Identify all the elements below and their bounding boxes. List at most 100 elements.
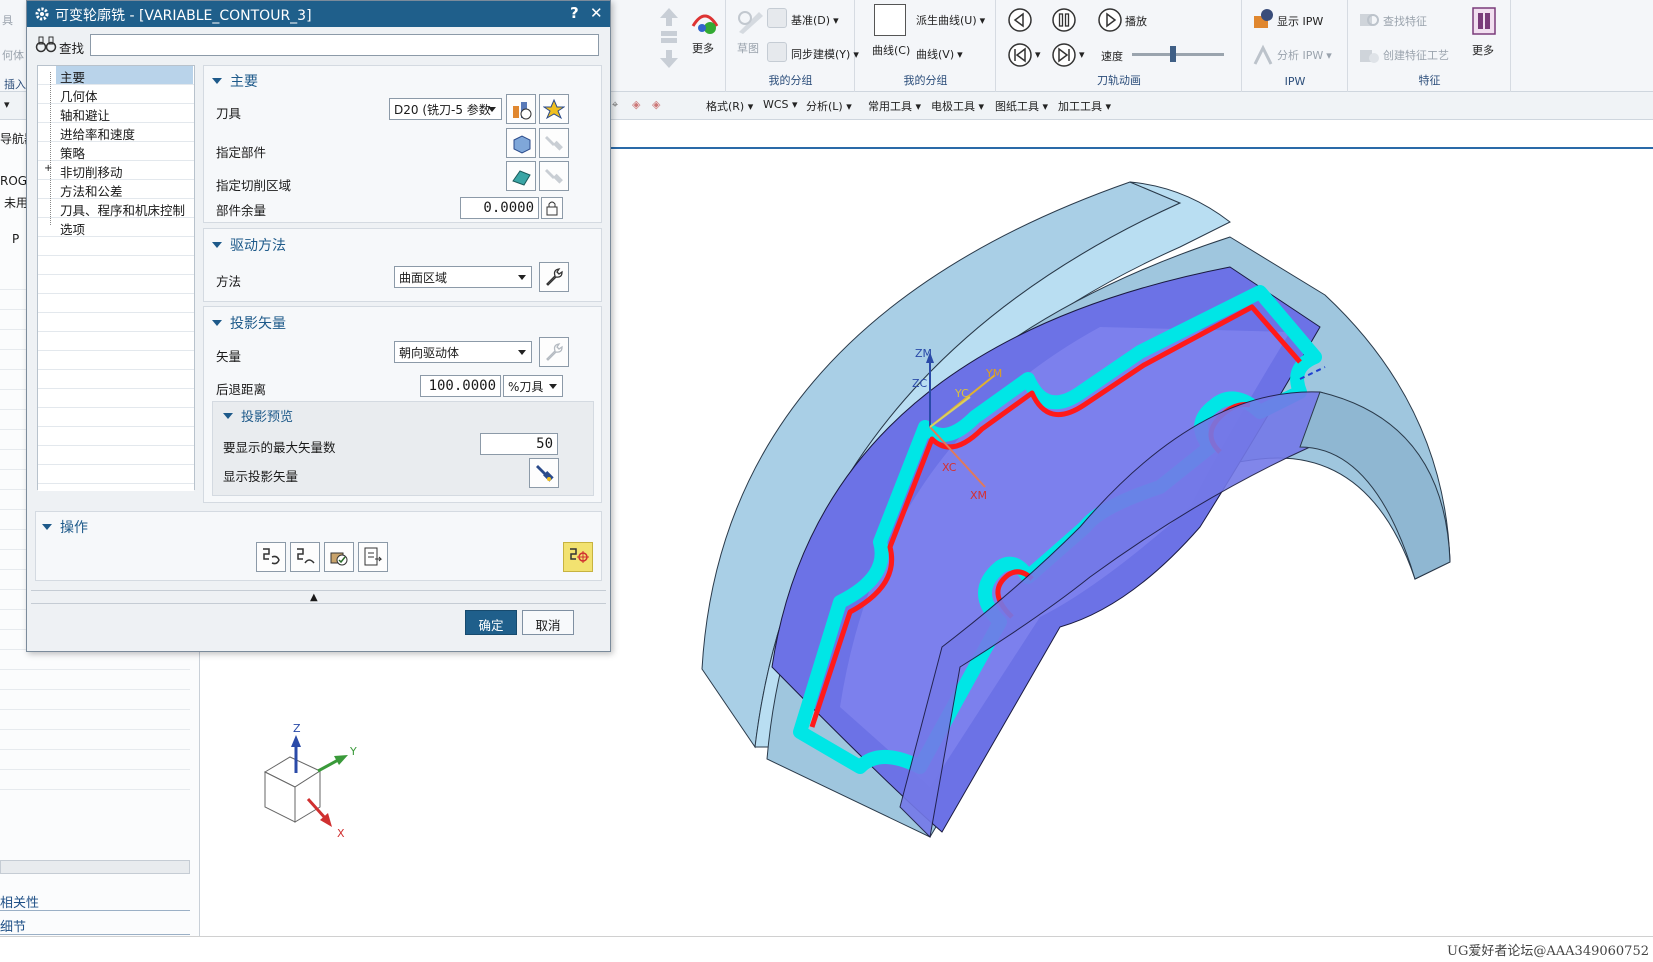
ribbon-insert-tab[interactable]: 插入 <box>4 76 26 92</box>
list-button[interactable] <box>358 542 388 572</box>
ok-button[interactable]: 确定 <box>465 610 517 635</box>
divider <box>0 934 190 935</box>
curve-v-button[interactable]: 曲线(V) ▾ <box>916 46 963 62</box>
generate-button[interactable] <box>256 542 286 572</box>
more-button[interactable]: 更多 <box>692 40 714 56</box>
vector-select[interactable]: 朝向驱动体 <box>394 341 532 363</box>
snap-icon[interactable]: ⌖ <box>612 98 618 112</box>
arrow-up-icon[interactable] <box>658 6 680 28</box>
max-vectors-field[interactable]: 50 <box>480 433 558 455</box>
datum-button[interactable]: 基准(D) ▾ <box>791 12 839 28</box>
more-features-button[interactable]: 更多 <box>1472 42 1494 58</box>
tree-item-strategy[interactable]: 策略 <box>60 143 85 162</box>
menu-machining-tools[interactable]: 加工工具 ▾ <box>1058 98 1111 114</box>
create-feature-process-button[interactable]: 创建特征工艺 <box>1383 47 1449 63</box>
arrow-down-icon[interactable] <box>658 48 680 70</box>
pause-icon[interactable] <box>1051 7 1077 33</box>
rewind-icon[interactable] <box>1007 42 1033 68</box>
menu-drawing-tools[interactable]: 图纸工具 ▾ <box>995 98 1048 114</box>
tree-item-method-tolerance[interactable]: 方法和公差 <box>60 181 123 200</box>
menu-analysis[interactable]: 分析(L) ▾ <box>806 98 852 114</box>
expand-icon[interactable]: + <box>44 163 52 174</box>
show-vectors-button[interactable] <box>529 458 559 488</box>
show-part-button[interactable] <box>539 128 569 158</box>
menu-label: 分析(L) <box>806 100 843 113</box>
edit-tool-button[interactable] <box>506 94 536 124</box>
find-feature-icon[interactable] <box>1357 8 1381 32</box>
toolbar-dropdown[interactable]: ▾ <box>4 98 10 111</box>
sync-modeling-button[interactable]: 同步建模(Y) ▾ <box>791 46 859 62</box>
tree-item-tool-program[interactable]: 刀具、程序和机床控制 <box>60 200 185 219</box>
part-stock-field[interactable]: 0.0000 <box>460 197 539 219</box>
menu-format[interactable]: 格式(R) ▾ <box>706 98 753 114</box>
sketch-button[interactable]: 草图 <box>737 40 759 56</box>
analyze-ipw-button[interactable]: 分析 IPW ▾ <box>1277 47 1332 63</box>
retract-unit-select[interactable]: %刀具 <box>503 375 563 397</box>
operation-section-header[interactable]: 操作 <box>42 517 88 537</box>
menu-common-tools[interactable]: 常用工具 ▾ <box>868 98 921 114</box>
close-button[interactable]: ✕ <box>590 4 603 22</box>
projection-section-header[interactable]: 投影矢量 <box>212 313 286 333</box>
verify-button[interactable] <box>324 542 354 572</box>
tool-select[interactable]: D20 (铣刀-5 参数 <box>389 98 502 120</box>
speed-slider-thumb[interactable] <box>1170 46 1176 62</box>
tree-item-non-cutting[interactable]: 非切削移动 <box>60 162 123 181</box>
analyze-ipw-icon[interactable] <box>1251 42 1277 68</box>
navigator-hscrollbar[interactable] <box>0 860 190 874</box>
search-input[interactable] <box>90 34 599 56</box>
preview-section-header[interactable]: 投影预览 <box>223 406 293 425</box>
rewind-dropdown[interactable]: ▾ <box>1035 48 1041 61</box>
tree-item-main[interactable]: 主要 <box>60 67 85 86</box>
play-icon[interactable] <box>1097 7 1123 33</box>
show-cut-area-button[interactable] <box>539 161 569 191</box>
divider <box>31 590 606 591</box>
main-section-header[interactable]: 主要 <box>212 71 258 91</box>
show-ipw-button[interactable]: 显示 IPW <box>1277 13 1323 29</box>
edit-drive-method-button[interactable] <box>539 262 569 292</box>
details-panel[interactable]: 细节 <box>0 916 26 935</box>
collapse-arrow-icon[interactable]: ▲ <box>310 592 318 603</box>
select-cut-area-button[interactable] <box>506 161 536 191</box>
sketch-icon[interactable] <box>735 6 765 36</box>
forward-dropdown[interactable]: ▾ <box>1079 48 1085 61</box>
cancel-button[interactable]: 取消 <box>522 610 574 635</box>
tree-item-options[interactable]: 选项 <box>60 219 85 238</box>
more-features-icon[interactable] <box>1469 5 1499 37</box>
replay-button[interactable] <box>290 542 320 572</box>
tree-item-feeds-speeds[interactable]: 进给率和速度 <box>60 124 135 143</box>
set-tool-axis-button[interactable] <box>563 542 593 572</box>
show-ipw-icon[interactable] <box>1251 6 1277 32</box>
drive-section-header[interactable]: 驱动方法 <box>212 235 286 255</box>
fast-forward-icon[interactable] <box>1051 42 1077 68</box>
derived-curve-button[interactable]: 派生曲线(U) ▾ <box>916 12 985 28</box>
navigator-program[interactable]: P <box>12 232 19 246</box>
speed-slider[interactable] <box>1132 53 1224 56</box>
edit-vector-button[interactable] <box>539 337 569 367</box>
lock-button[interactable] <box>541 197 563 219</box>
dialog-titlebar[interactable]: 可变轮廓铣 - [VARIABLE_CONTOUR_3] ? ✕ <box>27 1 610 27</box>
step-back-icon[interactable] <box>1007 7 1033 33</box>
menu-wcs[interactable]: WCS ▾ <box>763 98 798 111</box>
layers-icon[interactable] <box>658 28 680 46</box>
retract-distance-field[interactable]: 100.0000 <box>420 375 501 397</box>
drive-method-select[interactable]: 曲面区域 <box>394 266 532 288</box>
render-style-icon[interactable] <box>690 6 720 36</box>
sync-modeling-icon <box>767 42 787 62</box>
tree-item-geometry[interactable]: 几何体 <box>60 86 98 105</box>
view-box-icon[interactable]: ◈ <box>652 98 660 111</box>
tree-item-axis-avoidance[interactable]: 轴和避让 <box>60 105 110 124</box>
menu-electrode-tools[interactable]: 电极工具 ▾ <box>931 98 984 114</box>
curve-button[interactable]: 曲线(C) <box>872 42 910 58</box>
group-label: 我的分组 <box>768 74 813 87</box>
play-button[interactable]: 播放 <box>1125 13 1147 29</box>
new-tool-button[interactable] <box>539 94 569 124</box>
view-cube-icon[interactable]: ◈ <box>632 98 640 111</box>
create-feature-process-icon[interactable] <box>1357 42 1381 66</box>
navigator-unused[interactable]: 未用 <box>4 194 28 211</box>
navigator-root[interactable]: ROG <box>0 174 27 188</box>
dependencies-panel[interactable]: 相关性 <box>0 892 39 911</box>
find-feature-button[interactable]: 查找特征 <box>1383 13 1427 29</box>
preview-header-label: 投影预览 <box>241 410 294 425</box>
help-button[interactable]: ? <box>570 4 579 22</box>
select-part-button[interactable] <box>506 128 536 158</box>
